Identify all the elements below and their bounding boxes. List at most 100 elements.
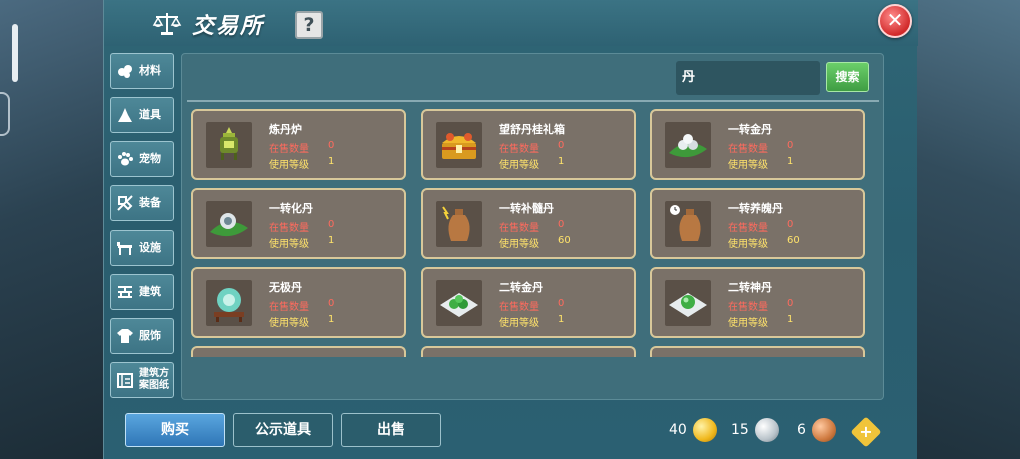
level-value: 1 <box>328 235 335 246</box>
gold-coin-icon <box>692 418 717 442</box>
sidebar-item-label: 服饰 <box>139 329 161 342</box>
game-world-background-left <box>0 0 104 459</box>
item-card[interactable]: 一转化丹 在售数量 0 使用等级 1 <box>191 188 406 259</box>
sidebar-item-building[interactable]: 建筑 <box>110 274 174 310</box>
sidebar-item-label: 材料 <box>139 64 161 77</box>
gold-currency: 40 <box>669 418 717 442</box>
sidebar-item-props[interactable]: 道具 <box>110 97 174 133</box>
sidebar-item-facility[interactable]: 设施 <box>110 230 174 266</box>
level-label: 使用等级 <box>269 318 309 329</box>
item-card[interactable]: 一转养魄丹 在售数量 0 使用等级 60 <box>650 188 865 259</box>
stock-label: 在售数量 <box>728 223 768 234</box>
sidebar-item-label: 宠物 <box>139 152 161 165</box>
stock-label: 在售数量 <box>728 144 768 155</box>
sidebar-item-equipment[interactable]: 装备 <box>110 185 174 221</box>
orb-stand-icon <box>206 280 252 326</box>
item-name: 二转金丹 <box>499 281 543 294</box>
silver-amount: 15 <box>731 422 749 438</box>
stock-value: 0 <box>328 140 335 151</box>
tab-sell[interactable]: 出售 <box>341 413 441 447</box>
stock-label: 在售数量 <box>269 302 309 313</box>
clothing-icon <box>116 327 134 345</box>
item-name: 一转养魄丹 <box>728 202 783 215</box>
item-card[interactable]: 望舒丹桂礼箱 在售数量 0 使用等级 1 <box>421 109 636 180</box>
stock-value: 0 <box>787 219 794 230</box>
sidebar-item-pets[interactable]: 宠物 <box>110 141 174 177</box>
silver-coin-icon <box>754 418 779 442</box>
item-card[interactable]: 一转补髓丹 在售数量 0 使用等级 60 <box>421 188 636 259</box>
item-name: 无极丹 <box>269 281 302 294</box>
stock-value: 0 <box>328 298 335 309</box>
green-pills-icon <box>436 280 482 326</box>
item-card[interactable]: 一转金丹 在售数量 0 使用等级 1 <box>650 109 865 180</box>
level-label: 使用等级 <box>728 318 768 329</box>
item-name: 二转神丹 <box>728 281 772 294</box>
tab-buy[interactable]: 购买 <box>125 413 225 447</box>
help-button[interactable]: ? <box>295 11 323 39</box>
item-card-partial[interactable] <box>421 346 636 357</box>
building-icon <box>116 283 134 301</box>
sidebar-item-label: 装备 <box>139 196 161 209</box>
level-value: 60 <box>558 235 571 246</box>
stock-value: 0 <box>558 219 565 230</box>
level-label: 使用等级 <box>728 239 768 250</box>
props-icon <box>116 106 134 124</box>
green-pill-icon <box>665 280 711 326</box>
level-label: 使用等级 <box>499 318 539 329</box>
level-label: 使用等级 <box>269 160 309 171</box>
stock-label: 在售数量 <box>269 223 309 234</box>
pill-leaf-icon <box>665 122 711 168</box>
level-value: 1 <box>787 156 794 167</box>
item-card[interactable]: 二转金丹 在售数量 0 使用等级 1 <box>421 267 636 338</box>
equipment-icon <box>116 194 134 212</box>
stock-label: 在售数量 <box>499 302 539 313</box>
item-name: 一转金丹 <box>728 123 772 136</box>
tab-public-items[interactable]: 公示道具 <box>233 413 333 447</box>
level-value: 60 <box>787 235 800 246</box>
paw-icon <box>116 150 134 168</box>
sidebar-item-blueprint[interactable]: 建筑方案图纸 <box>110 362 174 398</box>
add-currency-button[interactable]: + <box>850 416 882 448</box>
bronze-currency: 6 <box>797 418 836 442</box>
stock-value: 0 <box>328 219 335 230</box>
item-card[interactable]: 无极丹 在售数量 0 使用等级 1 <box>191 267 406 338</box>
title-bar: 交易所 ? <box>104 0 918 46</box>
search-button[interactable]: 搜索 <box>826 62 869 92</box>
stock-label: 在售数量 <box>728 302 768 313</box>
stock-value: 0 <box>558 298 565 309</box>
sidebar-item-label: 建筑方案图纸 <box>139 368 169 391</box>
level-value: 1 <box>558 156 565 167</box>
search-input[interactable]: 丹 <box>676 61 820 95</box>
system-handle[interactable] <box>12 24 18 82</box>
materials-icon <box>116 62 134 80</box>
plus-icon: + <box>859 422 873 441</box>
level-value: 1 <box>558 314 565 325</box>
item-name: 炼丹炉 <box>269 123 302 136</box>
close-button[interactable]: ✕ <box>878 4 912 38</box>
item-card-partial[interactable] <box>191 346 406 357</box>
sidebar-item-label: 道具 <box>139 108 161 121</box>
item-card[interactable]: 炼丹炉 在售数量 0 使用等级 1 <box>191 109 406 180</box>
blueprint-icon <box>116 371 134 389</box>
divider <box>187 100 879 102</box>
stock-value: 0 <box>787 298 794 309</box>
level-value: 1 <box>787 314 794 325</box>
level-label: 使用等级 <box>499 239 539 250</box>
item-card[interactable]: 二转神丹 在售数量 0 使用等级 1 <box>650 267 865 338</box>
item-name: 一转化丹 <box>269 202 313 215</box>
stock-label: 在售数量 <box>499 223 539 234</box>
sidebar-item-label: 设施 <box>139 241 161 254</box>
sidebar-item-materials[interactable]: 材料 <box>110 53 174 89</box>
edge-expand-handle[interactable] <box>0 92 10 136</box>
pill-leaf-icon <box>206 201 252 247</box>
level-label: 使用等级 <box>728 160 768 171</box>
page-title: 交易所 <box>192 14 265 39</box>
item-card-partial[interactable] <box>650 346 865 357</box>
stock-label: 在售数量 <box>499 144 539 155</box>
level-label: 使用等级 <box>499 160 539 171</box>
game-world-background-right <box>916 0 1020 459</box>
sidebar-item-clothing[interactable]: 服饰 <box>110 318 174 354</box>
sidebar-item-label: 建筑 <box>139 285 161 298</box>
silver-currency: 15 <box>731 418 779 442</box>
bronze-amount: 6 <box>797 422 806 438</box>
